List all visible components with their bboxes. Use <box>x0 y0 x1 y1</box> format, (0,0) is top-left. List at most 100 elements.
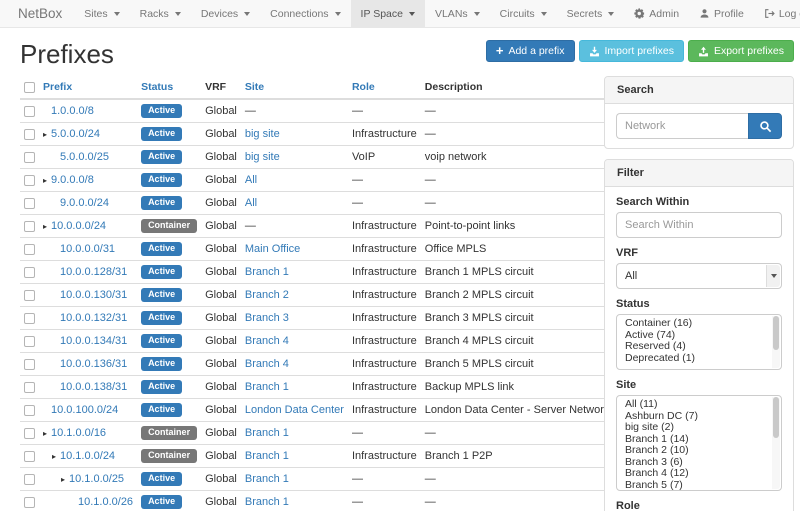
site-link[interactable]: Branch 1 <box>245 450 289 462</box>
prefix-link[interactable]: 10.0.0.0/31 <box>60 243 115 255</box>
filter-option[interactable]: Deprecated (1) <box>617 353 771 365</box>
row-checkbox[interactable] <box>24 129 35 140</box>
site-link[interactable]: big site <box>245 128 280 140</box>
caret-down-icon <box>409 12 415 16</box>
vrf-select[interactable]: All <box>616 263 782 289</box>
search-button[interactable] <box>748 113 782 139</box>
filter-option[interactable]: Container (16) <box>617 318 771 330</box>
prefix-link[interactable]: 5.0.0.0/25 <box>60 151 109 163</box>
site-link[interactable]: Branch 4 <box>245 358 289 370</box>
column-header-prefix[interactable]: Prefix <box>39 76 137 99</box>
site-link[interactable]: Branch 3 <box>245 312 289 324</box>
row-checkbox[interactable] <box>24 451 35 462</box>
filter-option[interactable]: All (11) <box>617 399 771 411</box>
nav-item-sites[interactable]: Sites <box>74 0 129 27</box>
site-link[interactable]: Branch 4 <box>245 335 289 347</box>
nav-item-vlans[interactable]: VLANs <box>425 0 490 27</box>
prefix-link[interactable]: 9.0.0.0/8 <box>51 174 94 186</box>
row-checkbox[interactable] <box>24 152 35 163</box>
prefix-link[interactable]: 10.0.0.128/31 <box>60 266 127 278</box>
table-row: 9.0.0.0/24ActiveGlobalAll—— <box>20 192 613 215</box>
nav-item-profile[interactable]: Profile <box>689 0 754 27</box>
site-link[interactable]: Branch 1 <box>245 473 289 485</box>
nav-item-label: Circuits <box>500 8 535 20</box>
filter-option[interactable]: Reserved (4) <box>617 341 771 353</box>
nav-item-secrets[interactable]: Secrets <box>557 0 625 27</box>
row-checkbox[interactable] <box>24 290 35 301</box>
add-prefix-button[interactable]: + Add a prefix <box>486 40 575 62</box>
table-row: ▸10.1.0.0/16ContainerGlobalBranch 1—— <box>20 422 613 445</box>
row-checkbox[interactable] <box>24 359 35 370</box>
site-link[interactable]: Branch 1 <box>245 496 289 508</box>
filter-option[interactable]: Branch 4 (12) <box>617 468 771 480</box>
search-within-input[interactable] <box>616 212 782 238</box>
prefix-link[interactable]: 9.0.0.0/24 <box>60 197 109 209</box>
row-checkbox[interactable] <box>24 497 35 508</box>
site-cell: Branch 2 <box>241 284 348 307</box>
site-link[interactable]: London Data Center <box>245 404 344 416</box>
nav-item-connections[interactable]: Connections <box>260 0 350 27</box>
prefix-link[interactable]: 1.0.0.0/8 <box>51 105 94 117</box>
search-input[interactable] <box>616 113 748 139</box>
vrf-cell: Global <box>201 215 241 238</box>
expand-arrow-icon: ▸ <box>43 130 51 139</box>
nav-item-admin[interactable]: Admin <box>624 0 689 27</box>
prefix-link[interactable]: 10.0.0.132/31 <box>60 312 127 324</box>
expand-arrow-icon: ▸ <box>52 452 60 461</box>
nav-item-circuits[interactable]: Circuits <box>490 0 557 27</box>
column-header-role[interactable]: Role <box>348 76 421 99</box>
row-checkbox[interactable] <box>24 382 35 393</box>
site-cell: big site <box>241 123 348 146</box>
scrollbar[interactable] <box>772 397 780 489</box>
site-link[interactable]: All <box>245 197 257 209</box>
site-link[interactable]: Branch 1 <box>245 381 289 393</box>
nav-item-log-out[interactable]: Log out <box>754 0 800 27</box>
site-link[interactable]: Branch 1 <box>245 427 289 439</box>
filter-option[interactable]: big site (2) <box>617 422 771 434</box>
filter-option[interactable]: Branch 2 (10) <box>617 445 771 457</box>
import-prefixes-button[interactable]: Import prefixes <box>579 40 684 62</box>
app-logo[interactable]: NetBox <box>10 0 74 27</box>
row-checkbox[interactable] <box>24 267 35 278</box>
site-link[interactable]: Branch 2 <box>245 289 289 301</box>
site-cell: Branch 1 <box>241 376 348 399</box>
status-badge: Container <box>141 426 197 440</box>
row-checkbox[interactable] <box>24 405 35 416</box>
column-header-status[interactable]: Status <box>137 76 201 99</box>
row-checkbox[interactable] <box>24 428 35 439</box>
select-all-checkbox[interactable] <box>24 82 35 93</box>
prefix-link[interactable]: 10.0.0.134/31 <box>60 335 127 347</box>
row-checkbox[interactable] <box>24 474 35 485</box>
scrollbar[interactable] <box>772 316 780 368</box>
export-prefixes-button[interactable]: Export prefixes <box>688 40 794 62</box>
row-checkbox[interactable] <box>24 244 35 255</box>
prefix-link[interactable]: 10.1.0.0/16 <box>51 427 106 439</box>
row-checkbox[interactable] <box>24 106 35 117</box>
row-checkbox[interactable] <box>24 198 35 209</box>
prefix-link[interactable]: 10.0.0.130/31 <box>60 289 127 301</box>
nav-item-ip-space[interactable]: IP Space <box>351 0 425 27</box>
site-link[interactable]: All <box>245 174 257 186</box>
prefix-link[interactable]: 10.1.0.0/24 <box>60 450 115 462</box>
prefix-link[interactable]: 10.1.0.0/25 <box>69 473 124 485</box>
nav-item-racks[interactable]: Racks <box>130 0 191 27</box>
nav-item-label: Racks <box>140 8 169 20</box>
prefix-link[interactable]: 10.0.0.0/24 <box>51 220 106 232</box>
row-checkbox[interactable] <box>24 336 35 347</box>
prefix-link[interactable]: 10.0.0.138/31 <box>60 381 127 393</box>
prefix-link[interactable]: 10.1.0.0/26 <box>78 496 133 508</box>
nav-item-devices[interactable]: Devices <box>191 0 260 27</box>
vrf-cell: Global <box>201 146 241 169</box>
row-checkbox[interactable] <box>24 313 35 324</box>
site-link[interactable]: big site <box>245 151 280 163</box>
prefix-link[interactable]: 10.0.100.0/24 <box>51 404 118 416</box>
site-link[interactable]: Main Office <box>245 243 300 255</box>
prefix-link[interactable]: 10.0.0.136/31 <box>60 358 127 370</box>
vrf-cell: Global <box>201 238 241 261</box>
prefix-link[interactable]: 5.0.0.0/24 <box>51 128 100 140</box>
vrf-cell: Global <box>201 468 241 491</box>
site-link[interactable]: Branch 1 <box>245 266 289 278</box>
row-checkbox[interactable] <box>24 175 35 186</box>
row-checkbox[interactable] <box>24 221 35 232</box>
column-header-site[interactable]: Site <box>241 76 348 99</box>
